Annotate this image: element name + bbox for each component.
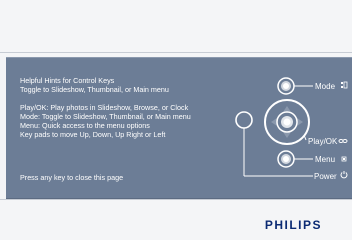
- play-ok-label: Play/OK: [308, 137, 338, 146]
- menu-label: Menu: [315, 155, 335, 164]
- power-label: Power: [314, 172, 337, 181]
- help-overlay: Helpful Hints for Control Keys Toggle to…: [0, 0, 352, 240]
- power-button[interactable]: [235, 111, 253, 129]
- infinity-icon: [338, 139, 348, 143]
- menu-icon: [341, 156, 347, 162]
- mode-icon: [341, 81, 348, 89]
- footer: PHILIPS: [0, 200, 352, 240]
- mode-button[interactable]: [277, 77, 295, 95]
- direction-pad[interactable]: [264, 99, 310, 145]
- brand-logo: PHILIPS: [264, 218, 322, 232]
- mode-label: Mode: [315, 82, 336, 91]
- menu-button[interactable]: [277, 150, 295, 168]
- power-icon: [340, 171, 348, 179]
